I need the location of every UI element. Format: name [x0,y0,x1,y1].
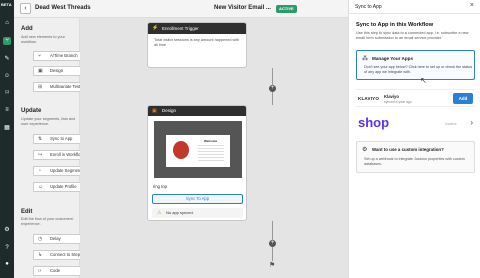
pencil-icon[interactable]: ✎ [3,55,11,63]
design-preview: Welcome [154,121,242,178]
enrollment-trigger-card[interactable]: ⚡ Enrollment Trigger Total visitor sessi… [147,22,247,68]
add-section-subtitle: Add new elements to your workflow. [21,35,65,44]
beta-label: BETA [1,2,12,7]
sync-to-app-panel: Sync to App × Sync to App in this Workfl… [348,0,480,278]
add-button[interactable]: Add [453,93,473,104]
step-palette: Add Add new elements to your workflow. ⑂… [14,18,89,278]
app-row-shop[interactable]: shop Inactive › [356,113,475,135]
popup-preview: Welcome [166,135,230,167]
clock-icon: ◷ [38,236,43,242]
store-title: Dead West Threads [35,5,91,11]
update-section-subtitle: Update your segments, lists and user exp… [21,117,76,126]
warning-icon: ⚠ [157,210,162,216]
connector-line [272,221,273,241]
back-button[interactable]: ‹ [20,3,31,14]
profile-icon: ☺ [38,184,44,190]
no-app-warning: ⚠ No app synced. [152,208,243,218]
preview-heading: Welcome [204,139,218,143]
design-icon: ▣ [38,68,43,74]
grid-icon[interactable]: ▦ [3,124,11,132]
app-status: Inactive [445,122,457,126]
klaviyo-logo: KLAVIYO [358,96,380,101]
design-name: ring top [153,184,167,189]
list-icon[interactable]: ≡ [3,106,11,114]
design-header: ▣ Design [148,106,246,116]
design-step-card[interactable]: ▣ Design Welcome ring top Sync To App ⚠ … [147,105,247,221]
editor-topbar: ‹ Dead West Threads New Visitor Email ..… [14,0,348,18]
design-icon: ▣ [152,108,157,114]
chevron-right-icon[interactable]: › [470,118,473,127]
panel-description: Use this step to sync data to a connecte… [356,31,469,40]
add-section-title: Add [21,26,33,32]
end-flag-icon: ⚑ [269,262,276,269]
bag-icon[interactable]: ⌑ [3,89,11,97]
custom-integration-text: Set up a webhook to integrate Justuno pr… [364,157,465,166]
add-step-button[interactable]: + [269,85,276,92]
segment-icon: ◔ [38,168,42,174]
custom-integration-card[interactable]: ⚙ Want to use a custom integration? Set … [356,141,475,173]
preview-body [198,145,224,161]
settings-icon[interactable]: ⚙ [3,226,11,234]
home-icon[interactable]: ⌂ [3,19,11,27]
app-sync-date: synced a year ago [384,100,412,104]
sync-icon: ⇅ [38,136,43,142]
edit-section-subtitle: Edit the flow of your customers' experie… [21,217,74,226]
account-icon[interactable]: ● [3,260,11,268]
branch-icon: ⑂ [38,53,42,59]
users-icon[interactable]: ☺ [3,72,11,80]
app-row-klaviyo: KLAVIYO Klaviyo synced a year ago Add [356,89,475,107]
trigger-description: Total visitor sessions is any amount hap… [154,38,240,47]
update-section-title: Update [21,108,42,114]
status-badge: ACTIVE [276,5,297,13]
help-icon[interactable]: ? [3,244,11,252]
workflow-title[interactable]: New Visitor Email ... [214,5,271,11]
preview-image [173,141,189,159]
test-icon: ⊞ [38,84,43,90]
apps-icon: ⁂ [362,56,368,62]
add-step-button[interactable]: + [269,240,276,247]
enroll-icon: ↪ [38,152,43,158]
sync-to-app-step[interactable]: Sync To App [152,194,243,204]
trigger-header: ⚡ Enrollment Trigger [148,23,246,34]
workflow-icon[interactable]: ⑂ [3,37,11,45]
mouse-cursor-icon: ↖ [420,76,427,85]
app-name: Klaviyo [384,94,399,99]
manage-apps-text: Don't see your app below? Click here to … [364,65,473,74]
connector-line [272,92,273,105]
custom-integration-title: Want to use a custom integration? [372,147,444,152]
lightning-icon: ⚡ [152,25,159,31]
left-rail: BETA ⌂ ⑂ ✎ ☺ ⌑ ≡ ▦ ⚙ ? ● [0,0,14,278]
manage-apps-card[interactable]: ⁂ Manage Your Apps Don't see your app be… [356,50,475,80]
shop-logo: shop [358,115,390,130]
connector-line [272,247,273,261]
panel-title: Sync to App [355,4,382,10]
panel-header: Sync to App × [349,0,480,14]
close-icon[interactable]: × [470,2,474,9]
panel-heading: Sync to App in this Workflow [356,22,434,28]
manage-apps-title: Manage Your Apps [372,56,414,61]
connect-icon: ↳ [38,252,43,258]
edit-section-title: Edit [21,209,33,215]
code-icon: ‹› [38,268,42,274]
connector-line [272,68,273,86]
webhook-icon: ⚙ [362,147,368,153]
